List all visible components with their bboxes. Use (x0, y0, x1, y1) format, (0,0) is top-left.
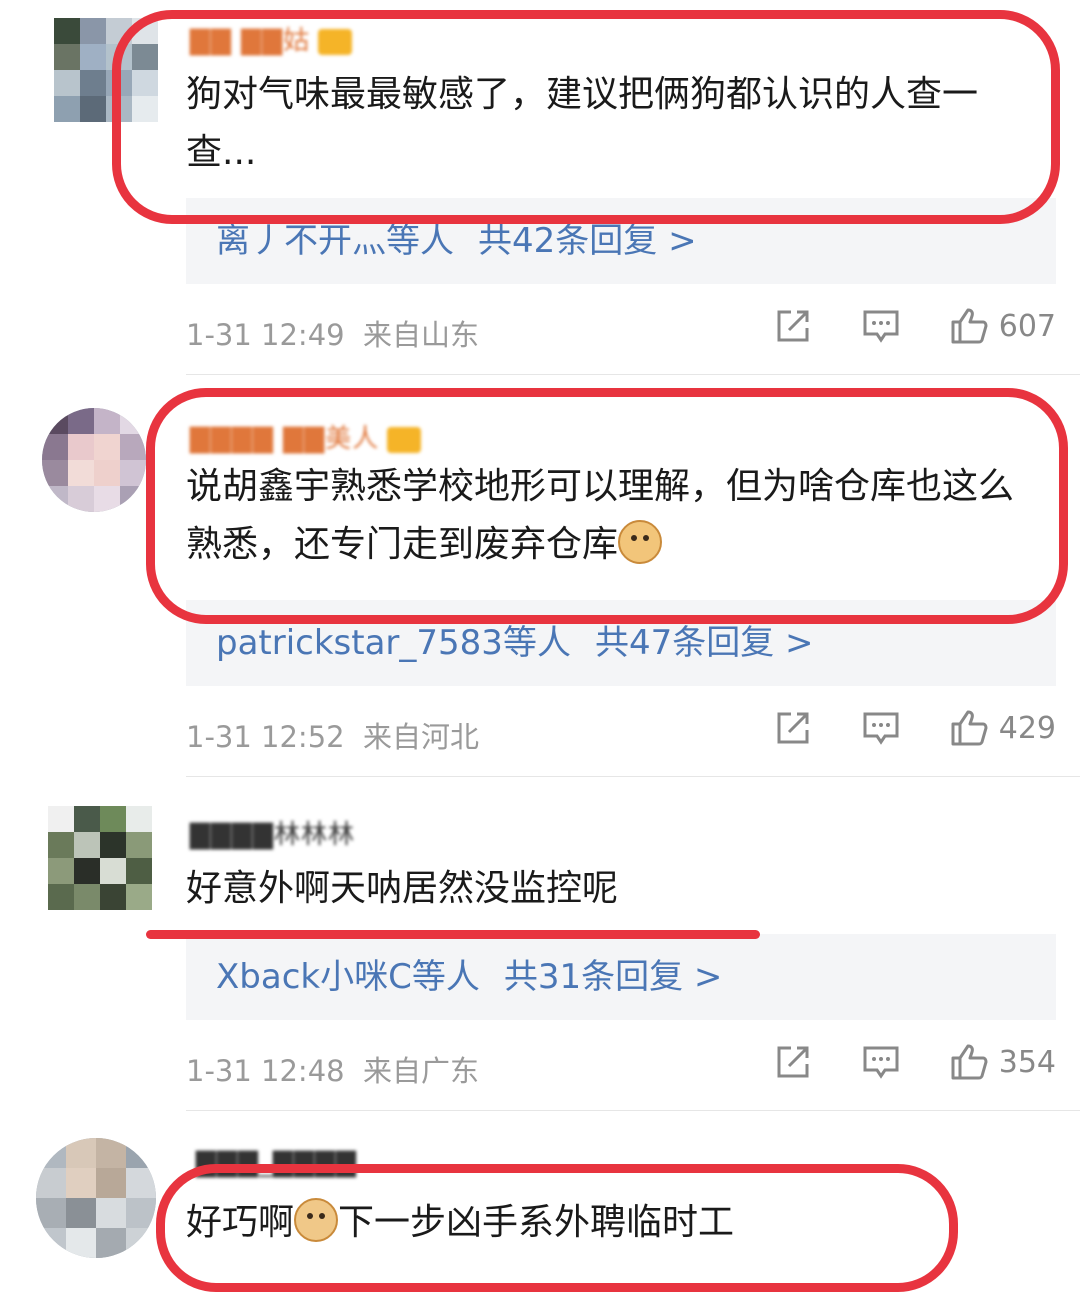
location: 来自河北 (363, 720, 480, 754)
comment-actions: 429 (725, 708, 1056, 748)
doge-emoji-icon (294, 1198, 339, 1242)
thumbs-up-icon (951, 1044, 988, 1080)
like-button[interactable]: 354 (949, 1042, 1056, 1082)
reply-user[interactable]: 离丿不开灬 (216, 221, 386, 261)
location: 来自山东 (363, 318, 480, 352)
avatar[interactable] (36, 1138, 156, 1258)
username[interactable]: ▇▇▇_▇▇▇▇ (196, 1148, 357, 1178)
username[interactable]: ▇▇▇▇林林林 (190, 814, 355, 851)
like-count: 607 (998, 308, 1056, 344)
reply-user[interactable]: Xback小咪C (216, 957, 412, 997)
reply-summary[interactable]: 离丿不开灬等人 共42条回复 > (186, 198, 1056, 284)
like-count: 354 (998, 1044, 1056, 1080)
comment-meta: 1-31 12:52 来自河北 (186, 714, 479, 756)
like-button[interactable]: 607 (949, 306, 1056, 346)
thumbs-up-icon (951, 308, 988, 344)
vip-badge-icon (318, 28, 353, 55)
divider (186, 776, 1080, 777)
timestamp: 1-31 12:52 (186, 720, 345, 754)
username[interactable]: ▇▇▇▇ ▇▇美人 (190, 418, 422, 455)
comment-button[interactable] (861, 306, 901, 346)
share-icon (777, 1046, 809, 1078)
comment-icon (863, 310, 899, 343)
reply-count[interactable]: 共31条回复 > (504, 957, 723, 997)
share-button[interactable] (773, 306, 813, 346)
thumbs-up-icon (951, 710, 988, 746)
avatar[interactable] (54, 18, 158, 122)
reply-summary[interactable]: patrickstar_7583等人 共47条回复 > (186, 600, 1056, 686)
divider (186, 374, 1080, 375)
vip-badge-icon (387, 426, 422, 453)
share-icon (777, 712, 809, 744)
reply-count[interactable]: 共47条回复 > (595, 623, 814, 663)
highlight-underline (146, 930, 760, 939)
comment-button[interactable] (861, 1042, 901, 1082)
timestamp: 1-31 12:49 (186, 318, 345, 352)
comment-text[interactable]: 好意外啊天呐居然没监控呢 (186, 860, 1046, 918)
like-count: 429 (998, 710, 1056, 746)
comment-button[interactable] (861, 708, 901, 748)
location: 来自广东 (363, 1054, 480, 1088)
reply-count[interactable]: 共42条回复 > (478, 221, 697, 261)
reply-etc: 等人 (502, 623, 571, 663)
comment-text[interactable]: 好巧啊 下一步凶手系外聘临时工 (186, 1194, 1046, 1252)
comment-text[interactable]: 狗对气味最最敏感了，建议把俩狗都认识的人查一查... (186, 66, 1046, 182)
reply-etc: 等人 (386, 221, 454, 261)
comment-actions: 354 (725, 1042, 1056, 1082)
username[interactable]: ▇▇ ▇▇姑 (190, 20, 353, 57)
share-button[interactable] (773, 708, 813, 748)
avatar[interactable] (42, 408, 146, 512)
like-button[interactable]: 429 (949, 708, 1056, 748)
share-button[interactable] (773, 1042, 813, 1082)
reply-summary[interactable]: Xback小咪C等人 共31条回复 > (186, 934, 1056, 1020)
comment-text[interactable]: 说胡鑫宇熟悉学校地形可以理解，但为啥仓库也这么熟悉，还专门走到废弃仓库 (186, 458, 1046, 574)
share-icon (777, 310, 809, 342)
comment-icon (863, 712, 899, 745)
reply-etc: 等人 (411, 957, 480, 997)
comment-actions: 607 (725, 306, 1056, 346)
divider (186, 1110, 1080, 1111)
hamster-emoji-icon (618, 520, 663, 564)
avatar[interactable] (48, 806, 152, 910)
comment-icon (863, 1046, 899, 1079)
comment-meta: 1-31 12:48 来自广东 (186, 1048, 479, 1090)
comment-meta: 1-31 12:49 来自山东 (186, 312, 479, 354)
timestamp: 1-31 12:48 (186, 1054, 345, 1088)
reply-user[interactable]: patrickstar_7583 (216, 623, 503, 663)
